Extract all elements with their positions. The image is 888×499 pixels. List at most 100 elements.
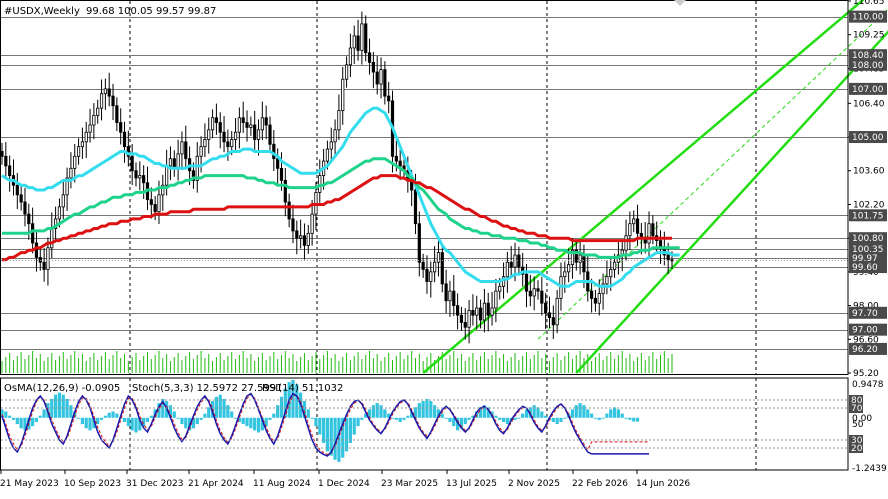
candle-body[interactable] [253, 124, 257, 140]
candle-body[interactable] [42, 261, 46, 270]
candle-body[interactable] [210, 117, 215, 131]
candle-body[interactable] [433, 261, 437, 273]
candle-body[interactable] [134, 170, 138, 179]
candle-body[interactable] [467, 309, 471, 328]
candle-body[interactable] [310, 213, 314, 234]
candle-body[interactable] [276, 158, 280, 169]
candle-body[interactable] [96, 107, 100, 116]
candle-body[interactable] [226, 141, 230, 148]
candle-body[interactable] [632, 218, 636, 225]
candle-body[interactable] [670, 259, 674, 262]
candle-body[interactable] [245, 122, 249, 128]
candle-body[interactable] [287, 201, 291, 220]
candle-body[interactable] [567, 264, 571, 273]
candle-body[interactable] [279, 167, 284, 181]
candle-body[interactable] [295, 230, 299, 239]
candle-body[interactable] [69, 167, 73, 179]
candle-body[interactable] [176, 153, 180, 169]
candle-body[interactable] [490, 307, 494, 316]
candle-body[interactable] [624, 235, 628, 251]
candle-body[interactable] [612, 261, 617, 270]
candle-body[interactable] [367, 52, 372, 63]
candle-body[interactable] [452, 290, 456, 306]
candle-body[interactable] [597, 293, 601, 304]
candle-body[interactable] [230, 139, 234, 148]
candle-body[interactable] [31, 223, 35, 244]
candle-body[interactable] [325, 148, 330, 162]
candle-body[interactable] [57, 206, 62, 220]
candle-body[interactable] [344, 64, 349, 80]
candle-body[interactable] [19, 194, 23, 203]
candle-body[interactable] [249, 124, 253, 128]
candle-body[interactable] [482, 302, 487, 321]
candle-body[interactable] [27, 213, 31, 225]
candle-body[interactable] [429, 271, 433, 282]
candle-body[interactable] [364, 23, 368, 54]
candle-body[interactable] [180, 141, 184, 155]
candle-body[interactable] [555, 297, 559, 326]
candle-body[interactable] [237, 117, 241, 133]
candle-body[interactable] [46, 247, 50, 270]
candle-body[interactable] [8, 165, 12, 176]
candle-body[interactable] [184, 141, 188, 160]
candle-body[interactable] [218, 122, 222, 133]
candle-body[interactable] [111, 95, 115, 107]
candle-body[interactable] [471, 309, 475, 316]
candle-body[interactable] [421, 261, 425, 270]
candle-body[interactable] [283, 179, 287, 203]
candle-body[interactable] [0, 151, 4, 157]
candle-body[interactable] [214, 117, 218, 123]
candle-body[interactable] [306, 232, 310, 246]
candle-body[interactable] [417, 223, 421, 263]
candle-body[interactable] [291, 218, 295, 232]
candle-body[interactable] [73, 155, 77, 169]
candle-body[interactable] [440, 252, 444, 285]
candle-body[interactable] [528, 290, 532, 297]
candle-body[interactable] [222, 131, 226, 143]
candle-body[interactable] [348, 47, 353, 66]
candle-body[interactable] [517, 254, 521, 268]
candle-body[interactable] [509, 261, 513, 268]
candle-body[interactable] [413, 189, 418, 225]
candle-body[interactable] [61, 194, 65, 208]
candle-body[interactable] [444, 283, 448, 302]
candle-body[interactable] [76, 146, 81, 157]
candle-body[interactable] [551, 317, 555, 326]
candle-body[interactable] [241, 117, 245, 123]
candle-body[interactable] [360, 23, 364, 51]
candle-body[interactable] [628, 223, 632, 237]
candle-body[interactable] [455, 305, 460, 316]
candle-body[interactable] [260, 117, 264, 131]
candle-body[interactable] [268, 124, 272, 145]
candle-body[interactable] [371, 61, 375, 73]
candle-body[interactable] [486, 302, 490, 316]
candle-body[interactable] [448, 290, 452, 302]
candle-body[interactable] [582, 254, 586, 273]
candle-body[interactable] [34, 242, 39, 258]
candle-body[interactable] [563, 271, 567, 278]
candle-body[interactable] [590, 290, 594, 299]
candle-body[interactable] [103, 88, 107, 95]
candle-body[interactable] [609, 269, 613, 278]
candle-body[interactable] [4, 155, 8, 167]
candle-body[interactable] [647, 223, 651, 244]
candle-body[interactable] [505, 261, 509, 278]
candle-body[interactable] [256, 129, 261, 140]
candle-body[interactable] [544, 302, 548, 314]
candle-body[interactable] [50, 228, 54, 249]
candle-body[interactable] [387, 95, 391, 102]
candle-body[interactable] [398, 160, 402, 167]
candle-body[interactable] [80, 141, 84, 148]
candle-body[interactable] [593, 297, 598, 304]
candle-body[interactable] [394, 155, 398, 162]
candle-body[interactable] [88, 124, 92, 133]
candle-body[interactable] [651, 223, 655, 237]
candle-body[interactable] [540, 290, 544, 304]
candle-body[interactable] [524, 273, 529, 292]
candle-body[interactable] [578, 254, 582, 263]
candle-body[interactable] [475, 307, 479, 316]
candle-body[interactable] [23, 201, 27, 215]
candle-body[interactable] [233, 131, 238, 140]
candle-body[interactable] [333, 129, 337, 143]
candle-body[interactable] [122, 131, 127, 148]
